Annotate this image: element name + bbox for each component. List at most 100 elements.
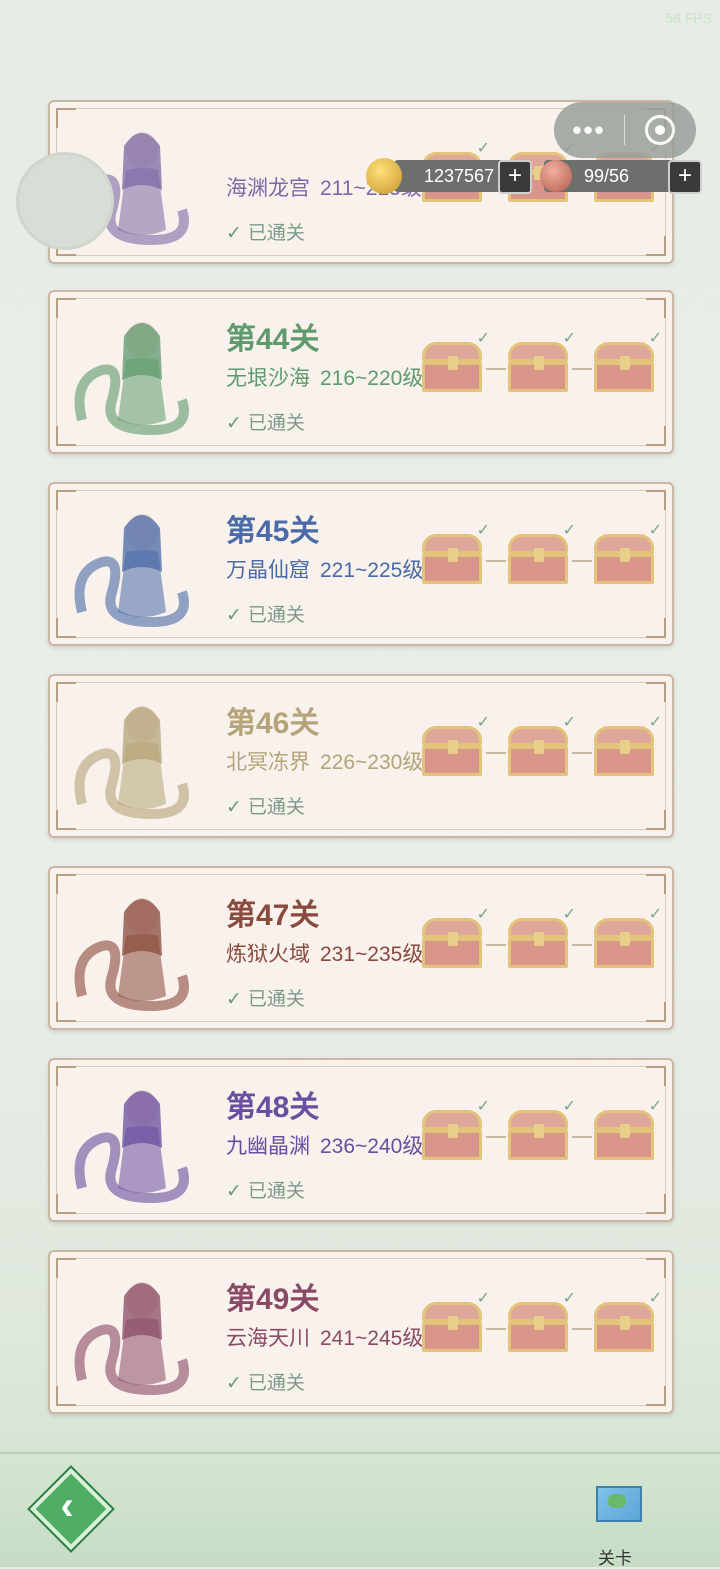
level-card[interactable]: 第44关 无垠沙海 216~220级 ✓ 已通关 ✓ ✓ ✓ [48,290,674,454]
frame-corner-ornament [646,236,666,256]
level-range: 231~235级 [320,943,424,966]
check-icon: ✓ [562,1290,576,1307]
reward-chests: ✓ ✓ ✓ [420,330,666,400]
level-card[interactable]: 第45关 万晶仙窟 221~225级 ✓ 已通关 ✓ ✓ ✓ [48,482,674,646]
check-icon: ✓ [648,906,662,923]
check-icon: ✓ [562,1098,576,1115]
boss-portrait [74,322,189,436]
back-arrow-icon: ‹ [60,1484,74,1528]
zone-name: 海渊龙宫 [226,177,310,200]
treasure-chest-icon[interactable]: ✓ [592,1290,662,1354]
check-icon: ✓ [226,413,242,434]
zone-name: 九幽晶渊 [226,1135,310,1158]
mini-program-capsule: ••• [554,102,696,158]
treasure-chest-icon[interactable]: ✓ [506,714,576,778]
more-dots-icon: ••• [572,114,606,145]
level-title: 第49关 [226,1283,320,1316]
boss-portrait [74,706,189,820]
target-icon [645,115,675,145]
treasure-chest-icon[interactable]: ✓ [592,522,662,586]
check-icon: ✓ [648,714,662,731]
check-icon: ✓ [476,1098,490,1115]
level-title: 第45关 [226,515,320,548]
close-program-button[interactable] [625,102,695,158]
treasure-chest-icon[interactable]: ✓ [592,714,662,778]
treasure-chest-icon[interactable]: ✓ [506,1098,576,1162]
check-icon: ✓ [226,605,242,626]
zone-name: 无垠沙海 [226,367,310,390]
cleared-status: ✓ 已通关 [226,408,305,435]
cleared-label: 已通关 [247,1373,305,1394]
gold-coin-icon [366,158,402,194]
cleared-status: ✓ 已通关 [226,984,305,1011]
gem-icon [540,160,572,192]
cleared-label: 已通关 [247,223,305,244]
cleared-status: ✓ 已通关 [226,1176,305,1203]
treasure-chest-icon[interactable]: ✓ [420,522,490,586]
check-icon: ✓ [562,714,576,731]
cleared-label: 已通关 [247,1181,305,1202]
add-gem-button[interactable]: + [668,160,702,194]
treasure-chest-icon[interactable]: ✓ [420,1098,490,1162]
add-gold-button[interactable]: + [498,160,532,194]
level-card[interactable]: 第46关 北冥冻界 226~230级 ✓ 已通关 ✓ ✓ ✓ [48,674,674,838]
reward-chests: ✓ ✓ ✓ [420,714,666,784]
frame-corner-ornament [646,682,666,702]
cleared-status: ✓ 已通关 [226,792,305,819]
check-icon: ✓ [562,906,576,923]
check-icon: ✓ [226,1181,242,1202]
frame-corner-ornament [646,426,666,446]
boss-portrait [74,1090,189,1204]
level-range: 216~220级 [320,367,424,390]
boss-portrait [74,898,189,1012]
level-range: 226~230级 [320,751,424,774]
treasure-chest-icon[interactable]: ✓ [420,330,490,394]
frame-corner-ornament [646,1002,666,1022]
reward-chests: ✓ ✓ ✓ [420,1290,666,1360]
frame-corner-ornament [646,810,666,830]
boss-portrait [74,514,189,628]
level-card[interactable]: 第47关炼狱火域 231~235级 ✓ 已通关 ✓ ✓ ✓ [48,866,674,1030]
check-icon: ✓ [648,1290,662,1307]
zone-name: 炼狱火域 [226,943,310,966]
frame-corner-ornament [646,1258,666,1278]
treasure-chest-icon[interactable]: ✓ [420,906,490,970]
treasure-chest-icon[interactable]: ✓ [592,330,662,394]
reward-chests: ✓ ✓ ✓ [420,1098,666,1168]
treasure-chest-icon[interactable]: ✓ [506,330,576,394]
frame-corner-ornament [646,874,666,894]
check-icon: ✓ [226,1373,242,1394]
treasure-chest-icon[interactable]: ✓ [506,1290,576,1354]
treasure-chest-icon[interactable]: ✓ [592,1098,662,1162]
check-icon: ✓ [476,906,490,923]
treasure-chest-icon[interactable]: ✓ [592,906,662,970]
check-icon: ✓ [562,330,576,347]
check-icon: ✓ [476,140,490,157]
frame-corner-ornament [646,1386,666,1406]
reward-chests: ✓ ✓ ✓ [420,906,666,976]
zone-name: 北冥冻界 [226,751,310,774]
treasure-chest-icon[interactable]: ✓ [506,906,576,970]
level-card[interactable]: 第48关 九幽晶渊 236~240级 ✓ 已通关 ✓ ✓ ✓ [48,1058,674,1222]
frame-corner-ornament [646,1194,666,1214]
treasure-chest-icon[interactable]: ✓ [420,714,490,778]
level-title: 第44关 [226,323,320,356]
map-icon[interactable] [596,1486,642,1522]
check-icon: ✓ [476,714,490,731]
treasure-chest-icon[interactable]: ✓ [420,1290,490,1354]
nav-label-levels[interactable]: 关卡 [598,1544,632,1569]
check-icon: ✓ [476,330,490,347]
level-range: 221~225级 [320,559,424,582]
check-icon: ✓ [648,330,662,347]
level-card[interactable]: 第49关 云海天川 241~245级 ✓ 已通关 ✓ ✓ ✓ [48,1250,674,1414]
level-title: 第47关 [226,899,320,932]
cleared-label: 已通关 [247,413,305,434]
treasure-chest-icon[interactable]: ✓ [506,522,576,586]
reward-chests: ✓ ✓ ✓ [420,522,666,592]
zone-name: 万晶仙窟 [226,559,310,582]
frame-corner-ornament [646,1066,666,1086]
more-options-button[interactable]: ••• [554,102,624,158]
player-avatar[interactable] [16,152,114,250]
frame-corner-ornament [646,490,666,510]
cleared-label: 已通关 [247,797,305,818]
